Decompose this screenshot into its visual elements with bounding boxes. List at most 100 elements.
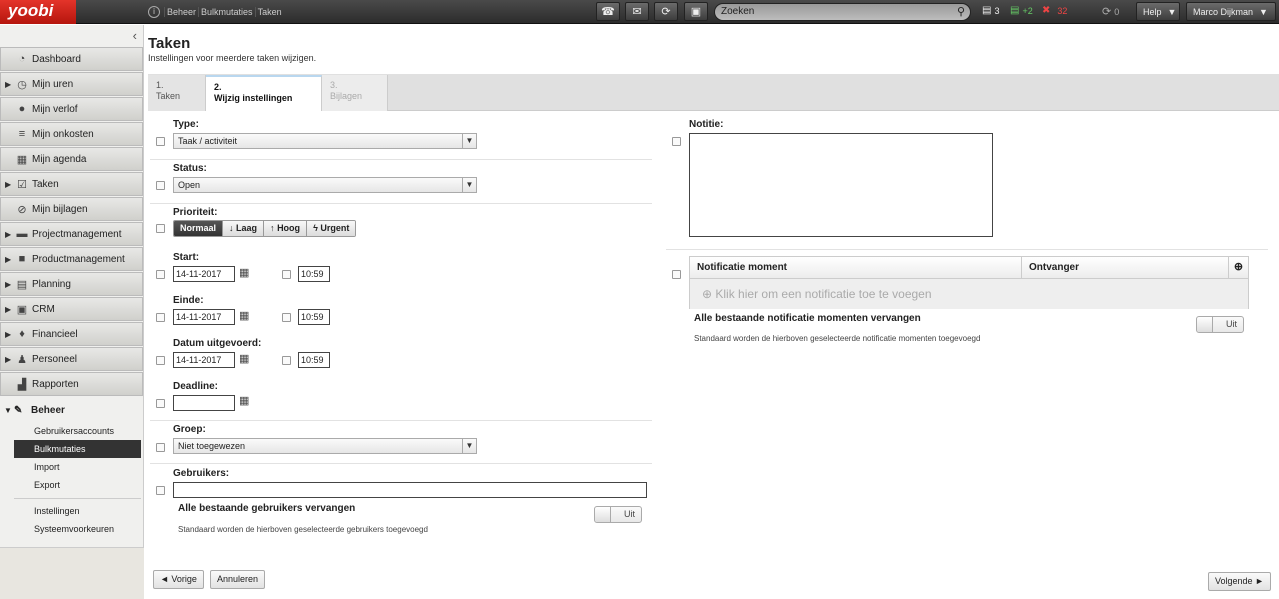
planning-icon: ▤ bbox=[16, 278, 28, 291]
yoobi-logo[interactable]: yoobi bbox=[0, 0, 76, 24]
collapse-sidebar-icon[interactable]: ‹ bbox=[0, 25, 143, 47]
added-counter[interactable]: ▤ +2 bbox=[1010, 5, 1033, 16]
add-notification-row[interactable]: ⊕ Klik hier om een notificatie toe te vo… bbox=[690, 279, 1248, 309]
users-checkbox[interactable] bbox=[156, 486, 165, 495]
refresh-icon[interactable]: ⟳ bbox=[654, 2, 678, 21]
expand-arrow-icon[interactable]: ▶ bbox=[5, 230, 11, 239]
sidebar-item-mijn-agenda[interactable]: ▦ Mijn agenda bbox=[0, 147, 143, 171]
column-header-ontvanger[interactable]: Ontvanger bbox=[1021, 257, 1231, 278]
clipboard-icon: ▤ bbox=[982, 5, 992, 16]
type-select[interactable]: Taak / activiteit ▼ bbox=[173, 133, 477, 149]
sidebar-item-dashboard[interactable]: ◔ Dashboard bbox=[0, 47, 143, 71]
sidebar-item-mijn-uren[interactable]: ▶ ◷ Mijn uren bbox=[0, 72, 143, 96]
column-header-notificatie-moment[interactable]: Notificatie moment bbox=[697, 262, 787, 273]
done-time-checkbox[interactable] bbox=[282, 356, 291, 365]
priority-urgent-button[interactable]: ϟ Urgent bbox=[306, 221, 356, 236]
sidebar-divider bbox=[14, 498, 141, 499]
group-select[interactable]: Niet toegewezen ▼ bbox=[173, 438, 477, 454]
sidebar-item-projectmanagement[interactable]: ▶ ▬ Projectmanagement bbox=[0, 222, 143, 246]
priority-laag-button[interactable]: ↓ Laag bbox=[222, 221, 264, 236]
start-date-checkbox[interactable] bbox=[156, 270, 165, 279]
tasks-counter[interactable]: ▤ 3 bbox=[982, 5, 999, 16]
start-time-checkbox[interactable] bbox=[282, 270, 291, 279]
end-time-checkbox[interactable] bbox=[282, 313, 291, 322]
calendar-icon[interactable]: ▦ bbox=[239, 309, 249, 322]
timer-icon[interactable]: ▣ bbox=[684, 2, 708, 21]
group-checkbox[interactable] bbox=[156, 443, 165, 452]
sidebar-item-mijn-verlof[interactable]: ● Mijn verlof bbox=[0, 97, 143, 121]
sidebar-item-rapporten[interactable]: ▟ Rapporten bbox=[0, 372, 143, 396]
done-date-input[interactable]: 14-11-2017 bbox=[173, 352, 235, 368]
breadcrumb-item[interactable]: Beheer bbox=[164, 7, 198, 17]
expand-arrow-icon[interactable]: ▶ bbox=[5, 80, 11, 89]
sidebar-item-mijn-onkosten[interactable]: ≡ Mijn onkosten bbox=[0, 122, 143, 146]
previous-button[interactable]: ◄ Vorige bbox=[153, 570, 204, 589]
removed-counter[interactable]: ✖ 32 bbox=[1042, 5, 1067, 16]
phone-icon[interactable]: ☎ bbox=[596, 2, 620, 21]
sidebar-item-taken[interactable]: ▶ ☑ Taken bbox=[0, 172, 143, 196]
deadline-checkbox[interactable] bbox=[156, 399, 165, 408]
sidebar-subitem-gebruikersaccounts[interactable]: Gebruikersaccounts bbox=[0, 422, 143, 440]
done-date-checkbox[interactable] bbox=[156, 356, 165, 365]
sidebar-item-label: Dashboard bbox=[32, 53, 81, 65]
priority-checkbox[interactable] bbox=[156, 224, 165, 233]
users-input[interactable] bbox=[173, 482, 647, 498]
sidebar-item-crm[interactable]: ▶ ▣ CRM bbox=[0, 297, 143, 321]
search-input[interactable]: Zoeken ⚲ bbox=[714, 3, 971, 21]
help-button[interactable]: Help ▼ bbox=[1136, 2, 1180, 21]
replace-notif-toggle[interactable]: Uit bbox=[1196, 316, 1244, 333]
type-checkbox[interactable] bbox=[156, 137, 165, 146]
priority-normaal-button[interactable]: Normaal bbox=[174, 221, 223, 236]
notification-checkbox[interactable] bbox=[672, 270, 681, 279]
end-date-checkbox[interactable] bbox=[156, 313, 165, 322]
end-time-input[interactable]: 10:59 bbox=[298, 309, 330, 325]
expand-arrow-icon[interactable]: ▶ bbox=[5, 330, 11, 339]
start-date-input[interactable]: 14-11-2017 bbox=[173, 266, 235, 282]
done-time-input[interactable]: 10:59 bbox=[298, 352, 330, 368]
expand-arrow-icon[interactable]: ▶ bbox=[5, 280, 11, 289]
sidebar-item-planning[interactable]: ▶ ▤ Planning bbox=[0, 272, 143, 296]
deadline-input[interactable] bbox=[173, 395, 235, 411]
search-icon[interactable]: ⚲ bbox=[957, 4, 965, 20]
end-date-input[interactable]: 14-11-2017 bbox=[173, 309, 235, 325]
collapse-arrow-icon[interactable]: ▼ bbox=[4, 406, 12, 415]
note-textarea[interactable] bbox=[689, 133, 993, 237]
page-subtitle: Instellingen voor meerdere taken wijzige… bbox=[148, 53, 317, 63]
sync-counter[interactable]: ⟳ 0 bbox=[1102, 5, 1119, 18]
sidebar-subitem-export[interactable]: Export bbox=[0, 476, 143, 494]
expand-arrow-icon[interactable]: ▶ bbox=[5, 180, 11, 189]
add-circle-icon[interactable]: ⊕ bbox=[1228, 257, 1248, 278]
step-taken[interactable]: 1. Taken bbox=[148, 75, 206, 111]
breadcrumb-item[interactable]: Bulkmutaties bbox=[198, 7, 255, 17]
sidebar-subitem-instellingen[interactable]: Instellingen bbox=[0, 502, 143, 520]
next-button[interactable]: Volgende ► bbox=[1208, 572, 1271, 591]
step-wijzig-instellingen[interactable]: 2. Wijzig instellingen bbox=[206, 75, 322, 111]
calendar-icon[interactable]: ▦ bbox=[239, 352, 249, 365]
user-menu-button[interactable]: Marco Dijkman ▼ bbox=[1186, 2, 1276, 21]
replace-users-toggle[interactable]: Uit bbox=[594, 506, 642, 523]
expand-arrow-icon[interactable]: ▶ bbox=[5, 255, 11, 264]
sidebar-item-productmanagement[interactable]: ▶ ■ Productmanagement bbox=[0, 247, 143, 271]
expand-arrow-icon[interactable]: ▶ bbox=[5, 305, 11, 314]
cancel-button[interactable]: Annuleren bbox=[210, 570, 266, 589]
sidebar-item-financieel[interactable]: ▶ ♦ Financieel bbox=[0, 322, 143, 346]
mail-icon[interactable]: ✉ bbox=[625, 2, 649, 21]
calendar-icon[interactable]: ▦ bbox=[239, 394, 249, 407]
sidebar-subitem-import[interactable]: Import bbox=[0, 458, 143, 476]
sidebar-item-mijn-bijlagen[interactable]: ⊘ Mijn bijlagen bbox=[0, 197, 143, 221]
expand-arrow-icon[interactable]: ▶ bbox=[5, 355, 11, 364]
calendar-icon: ▦ bbox=[16, 153, 28, 166]
sidebar-subitem-bulkmutaties[interactable]: Bulkmutaties bbox=[14, 440, 141, 458]
sidebar-subitem-systeemvoorkeuren[interactable]: Systeemvoorkeuren bbox=[0, 520, 143, 538]
start-time-input[interactable]: 10:59 bbox=[298, 266, 330, 282]
info-icon[interactable]: i bbox=[148, 6, 160, 18]
sidebar-section-beheer[interactable]: ▼ ✎ Beheer bbox=[0, 398, 143, 422]
people-icon: ♟ bbox=[17, 353, 27, 366]
calendar-icon[interactable]: ▦ bbox=[239, 266, 249, 279]
sidebar-item-personeel[interactable]: ▶ ♟ Personeel bbox=[0, 347, 143, 371]
priority-hoog-button[interactable]: ↑ Hoog bbox=[263, 221, 307, 236]
status-select[interactable]: Open ▼ bbox=[173, 177, 477, 193]
status-checkbox[interactable] bbox=[156, 181, 165, 190]
note-checkbox[interactable] bbox=[672, 137, 681, 146]
breadcrumb-item[interactable]: Taken bbox=[254, 7, 284, 17]
